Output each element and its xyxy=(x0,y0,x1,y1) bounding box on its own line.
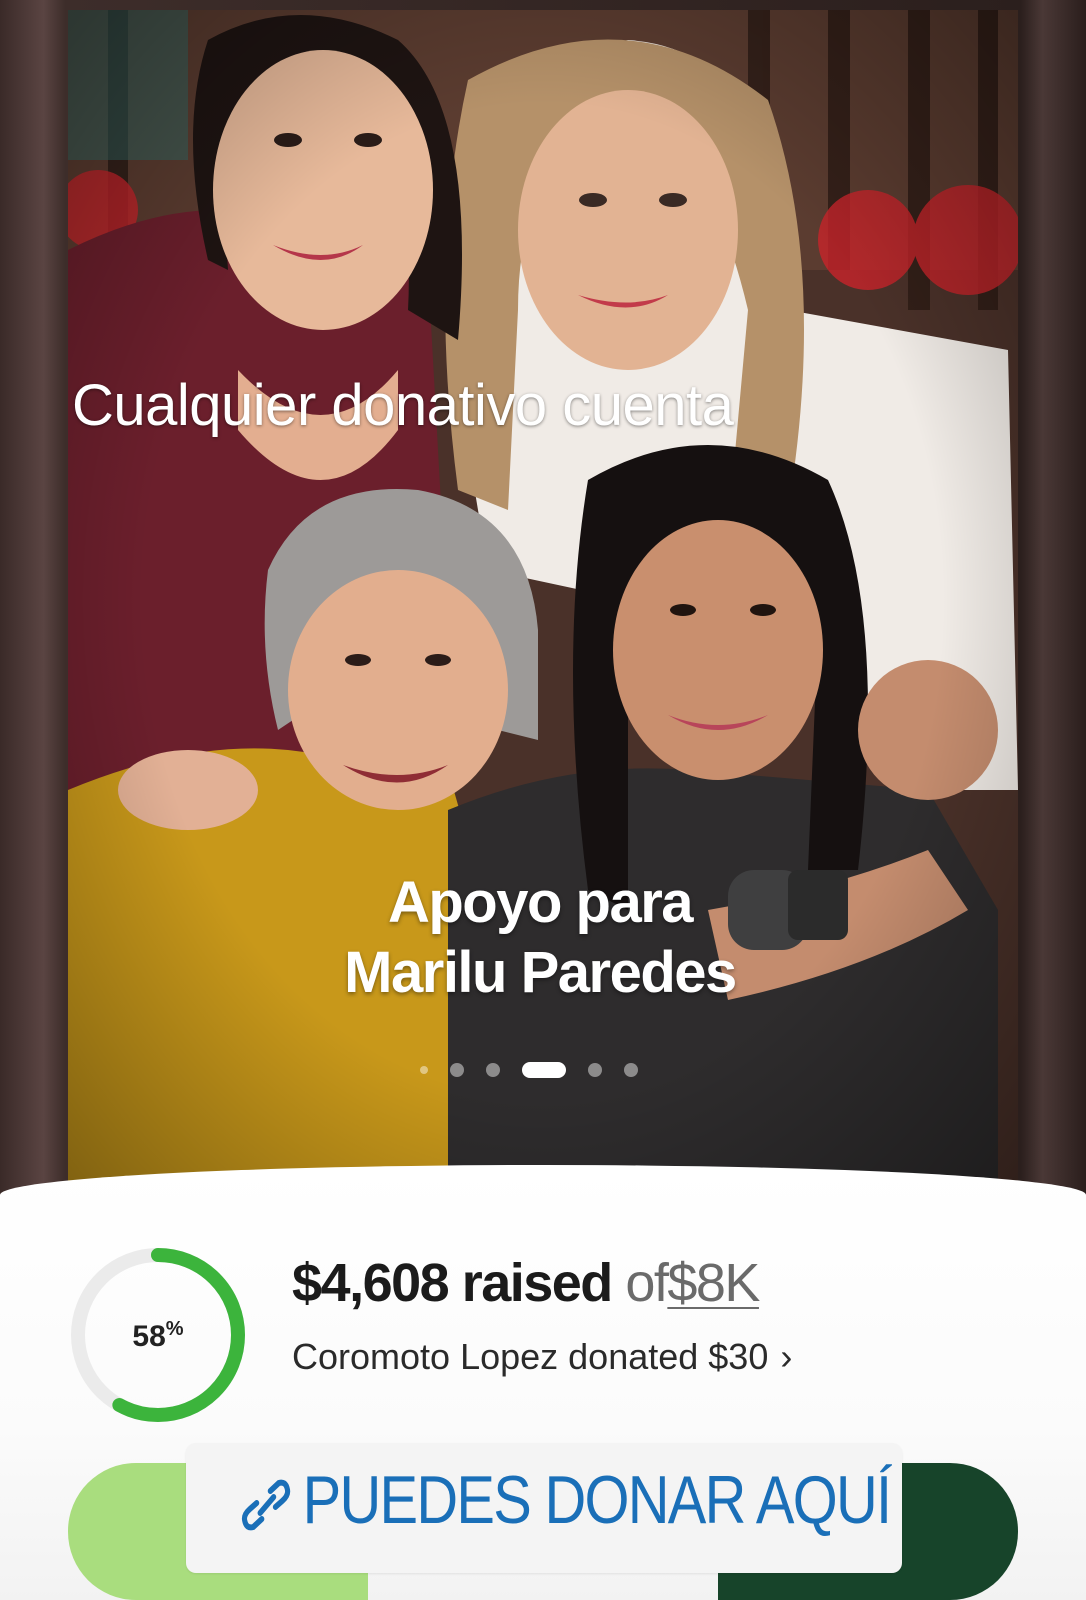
chevron-right-icon: › xyxy=(780,1336,793,1377)
carousel-dot[interactable] xyxy=(450,1063,464,1077)
link-icon xyxy=(241,1479,291,1531)
carousel-dot-active[interactable] xyxy=(522,1062,566,1078)
carousel-dot[interactable] xyxy=(588,1063,602,1077)
of-word: of xyxy=(625,1253,669,1313)
donate-label-text: PUEDES DONAR AQUÍ xyxy=(302,1462,892,1538)
raised-word: raised xyxy=(461,1253,614,1313)
progress-percent: 58% xyxy=(68,1318,248,1354)
story-caption: Cualquier donativo cuenta xyxy=(72,373,734,438)
carousel-dot[interactable] xyxy=(624,1063,638,1077)
percent-sign: % xyxy=(165,1318,184,1340)
raised-summary: $4,608 raised of$8K xyxy=(292,1252,760,1314)
donate-button[interactable]: PUEDES DONAR AQUÍ xyxy=(68,1443,1018,1600)
donate-label[interactable]: PUEDES DONAR AQUÍ xyxy=(240,1461,892,1539)
campaign-title-line1: Apoyo para xyxy=(387,870,694,935)
carousel-dot[interactable] xyxy=(420,1066,428,1074)
carousel-dots[interactable] xyxy=(420,1060,638,1080)
story-frame: Cualquier donativo cuenta Apoyo para Mar… xyxy=(0,0,1086,1600)
campaign-photo[interactable] xyxy=(68,10,1018,1190)
recent-donation[interactable]: Coromoto Lopez donated $30 › xyxy=(292,1336,792,1378)
campaign-title-line2: Marilu Paredes xyxy=(344,940,737,1005)
photo-illustration xyxy=(68,10,1018,1190)
campaign-title: Apoyo para Marilu Paredes xyxy=(300,868,780,1008)
percent-value: 58 xyxy=(132,1320,166,1353)
carousel-dot[interactable] xyxy=(486,1063,500,1077)
recent-donation-text: Coromoto Lopez donated $30 xyxy=(292,1336,769,1377)
donate-label-sticker[interactable]: PUEDES DONAR AQUÍ xyxy=(186,1443,902,1573)
raised-amount: $4,608 xyxy=(292,1253,450,1313)
goal-amount[interactable]: $8K xyxy=(667,1253,760,1313)
